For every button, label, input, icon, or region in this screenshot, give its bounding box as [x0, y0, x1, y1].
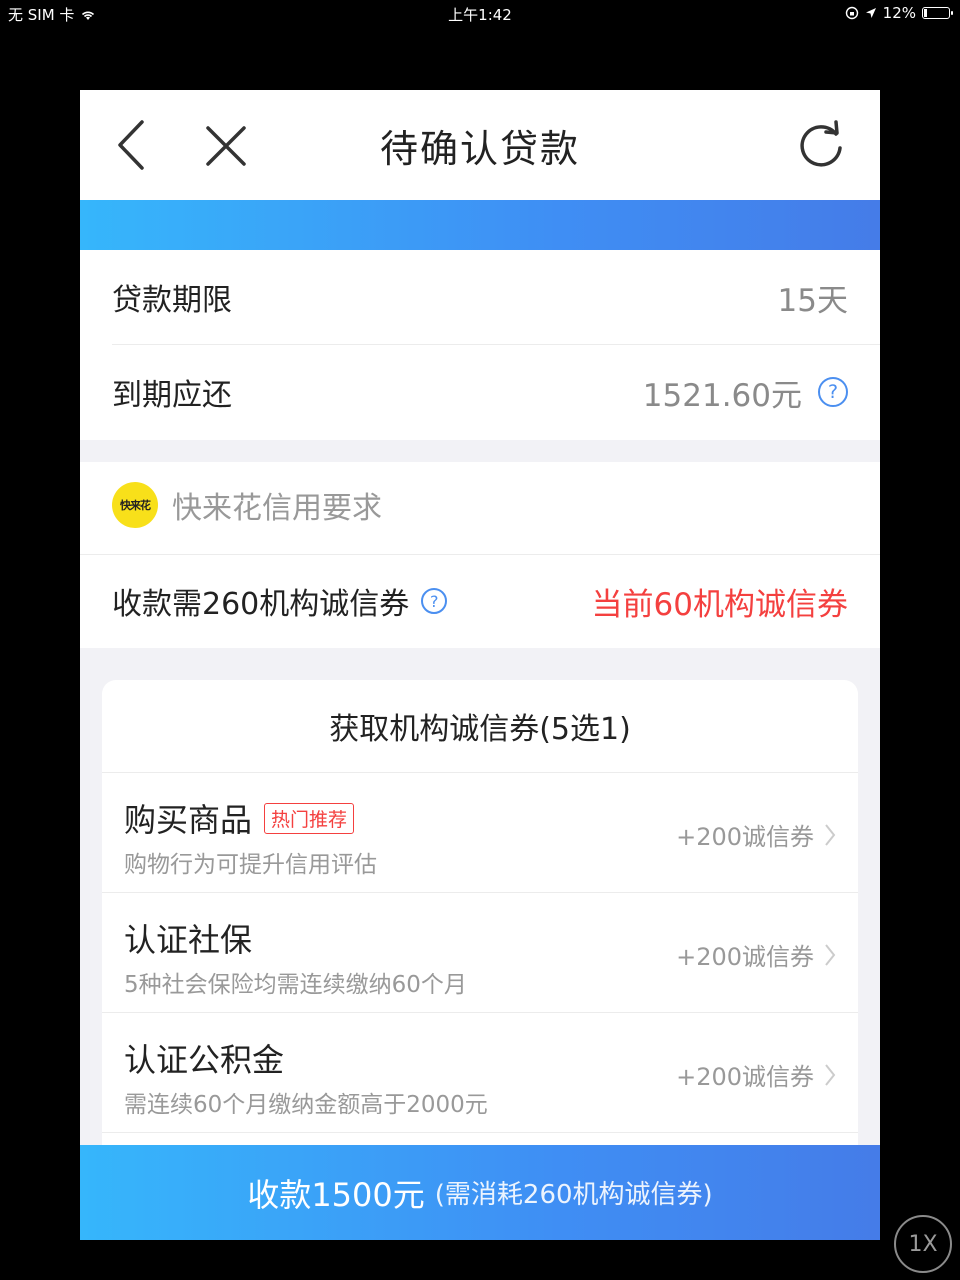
- app-window: 待确认贷款 贷款期限 15天 到期应还 1521.60元 ? 快来花 快来花信用…: [80, 90, 880, 1240]
- battery-percent: 12%: [882, 4, 916, 22]
- due-amount-value: 1521.60元: [642, 377, 802, 414]
- location-icon: [865, 8, 876, 18]
- refresh-icon[interactable]: [796, 120, 846, 170]
- brand-requirement-text: 快来花信用要求: [172, 491, 382, 526]
- coupon-option-housing-fund[interactable]: 认证公积金 需连续60个月缴纳金额高于2000元 +200诚信券: [102, 1012, 858, 1132]
- required-coupon-group: 收款需260机构诚信券 ?: [112, 579, 448, 623]
- coupon-option-reward: +200诚信券: [676, 1057, 836, 1092]
- chevron-right-icon: [825, 943, 836, 966]
- page-title: 待确认贷款: [379, 127, 580, 171]
- due-amount-row: 到期应还 1521.60元 ?: [112, 345, 848, 439]
- loan-term-value: 15天: [777, 282, 848, 319]
- nav-bar: 待确认贷款: [80, 90, 880, 200]
- status-bar: 无 SIM 卡 上午1:42 12%: [0, 0, 960, 28]
- status-right: 12%: [845, 4, 953, 22]
- chevron-right-icon: [825, 823, 836, 846]
- loan-term-label: 贷款期限: [112, 283, 232, 318]
- battery-icon: [922, 7, 953, 19]
- coupon-option-title-group: 认证社保: [124, 915, 252, 961]
- current-coupon-label: 当前60机构诚信券: [591, 586, 848, 623]
- coupon-option-reward: +200诚信券: [676, 937, 836, 972]
- coupon-option-desc: 购物行为可提升信用评估: [124, 852, 377, 878]
- due-amount-label: 到期应还: [112, 378, 232, 413]
- help-icon[interactable]: ?: [421, 588, 448, 614]
- coupon-reward-text: +200诚信券: [676, 823, 814, 851]
- coupon-section-header: 获取机构诚信券(5选1): [329, 712, 631, 747]
- coupon-option-title-group: 购买商品 热门推荐: [124, 795, 355, 841]
- battery-fill: [924, 9, 927, 17]
- receive-payment-note: (需消耗260机构诚信券): [434, 1180, 713, 1210]
- brand-logo: 快来花: [112, 482, 158, 528]
- coupon-requirement-row: 收款需260机构诚信券 ? 当前60机构诚信券: [112, 554, 848, 648]
- hot-recommend-badge: 热门推荐: [264, 802, 355, 834]
- chevron-right-icon: [825, 1063, 836, 1086]
- coupon-options-card: 获取机构诚信券(5选1) 购买商品 热门推荐 购物行为可提升信用评估 +200诚…: [102, 680, 858, 1200]
- coupon-option-buy-goods[interactable]: 购买商品 热门推荐 购物行为可提升信用评估 +200诚信券: [102, 772, 858, 892]
- brand-row: 快来花 快来花信用要求: [112, 482, 382, 528]
- loan-info-card: 贷款期限 15天 到期应还 1521.60元 ?: [80, 250, 880, 440]
- due-amount-value-group: 1521.60元 ?: [643, 370, 848, 415]
- status-time: 上午1:42: [448, 6, 512, 24]
- header-gradient-bar: [80, 200, 880, 250]
- coupon-option-reward: +200诚信券: [676, 817, 836, 852]
- receive-payment-button[interactable]: 收款1500元 (需消耗260机构诚信券): [80, 1145, 880, 1240]
- credit-requirement-card: 快来花 快来花信用要求 收款需260机构诚信券 ? 当前60机构诚信券: [80, 462, 880, 648]
- receive-payment-label: 收款1500元: [247, 1175, 425, 1214]
- coupon-option-title: 认证公积金: [124, 1041, 285, 1079]
- coupon-option-social-security[interactable]: 认证社保 5种社会保险均需连续缴纳60个月 +200诚信券: [102, 892, 858, 1012]
- coupon-option-title-group: 认证公积金: [124, 1035, 284, 1081]
- zoom-button[interactable]: 1X: [894, 1215, 952, 1273]
- coupon-reward-text: +200诚信券: [676, 1063, 814, 1091]
- coupon-option-desc: 5种社会保险均需连续缴纳60个月: [124, 972, 467, 998]
- orientation-lock-icon: [845, 6, 858, 20]
- coupon-reward-text: +200诚信券: [676, 943, 814, 971]
- coupon-option-title: 认证社保: [124, 921, 253, 959]
- loan-term-row: 贷款期限 15天: [112, 250, 848, 344]
- coupon-option-title: 购买商品: [124, 801, 253, 839]
- required-coupon-label: 收款需260机构诚信券: [112, 587, 410, 622]
- help-icon[interactable]: ?: [818, 377, 848, 407]
- coupon-option-desc: 需连续60个月缴纳金额高于2000元: [124, 1092, 488, 1118]
